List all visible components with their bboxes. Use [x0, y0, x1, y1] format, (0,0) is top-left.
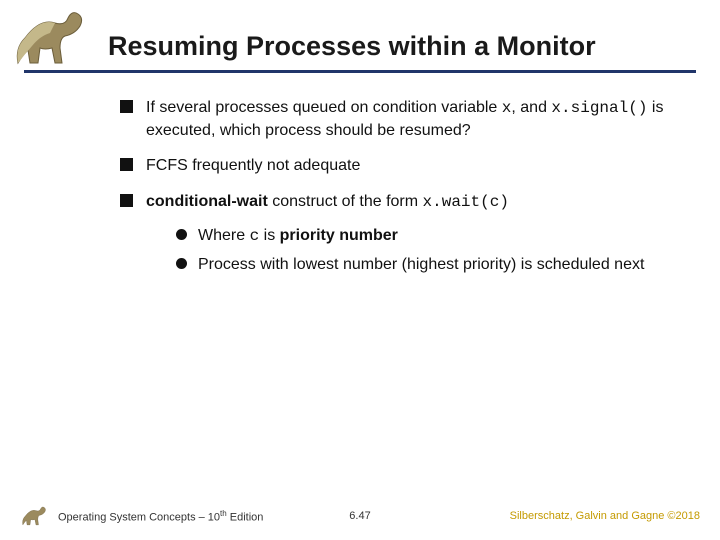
code: x.wait(c)	[423, 193, 509, 211]
text: Where	[198, 227, 250, 244]
footer-book-title: Operating System Concepts – 10th Edition	[58, 509, 263, 524]
code: c	[250, 227, 260, 245]
text: Process with lowest number (highest prio…	[198, 256, 644, 273]
dinosaur-icon	[10, 8, 100, 68]
slide-header: Resuming Processes within a Monitor	[0, 0, 720, 68]
sub-bullet-item: Process with lowest number (highest prio…	[176, 254, 680, 276]
dinosaur-icon	[20, 502, 52, 530]
sub-bullet-item: Where c is priority number	[176, 225, 680, 248]
slide-footer: Operating System Concepts – 10th Edition…	[0, 502, 720, 530]
text: , and	[511, 99, 551, 116]
footer-page-number: 6.47	[349, 510, 370, 522]
text-strong: priority number	[280, 227, 398, 244]
text: is	[259, 227, 279, 244]
text: construct of the form	[268, 193, 423, 210]
text-strong: conditional-wait	[146, 193, 268, 210]
bullet-item: FCFS frequently not adequate	[120, 155, 680, 177]
slide-title: Resuming Processes within a Monitor	[108, 31, 596, 68]
bullet-item: conditional-wait construct of the form x…	[120, 191, 680, 276]
text: FCFS frequently not adequate	[146, 157, 360, 174]
slide-body: If several processes queued on condition…	[0, 73, 720, 276]
bullet-item: If several processes queued on condition…	[120, 97, 680, 141]
footer-copyright: Silberschatz, Galvin and Gagne ©2018	[510, 510, 700, 522]
footer-left: Operating System Concepts – 10th Edition	[20, 502, 263, 530]
code: x	[502, 99, 512, 117]
code: x.signal()	[551, 99, 647, 117]
text: If several processes queued on condition…	[146, 99, 502, 116]
